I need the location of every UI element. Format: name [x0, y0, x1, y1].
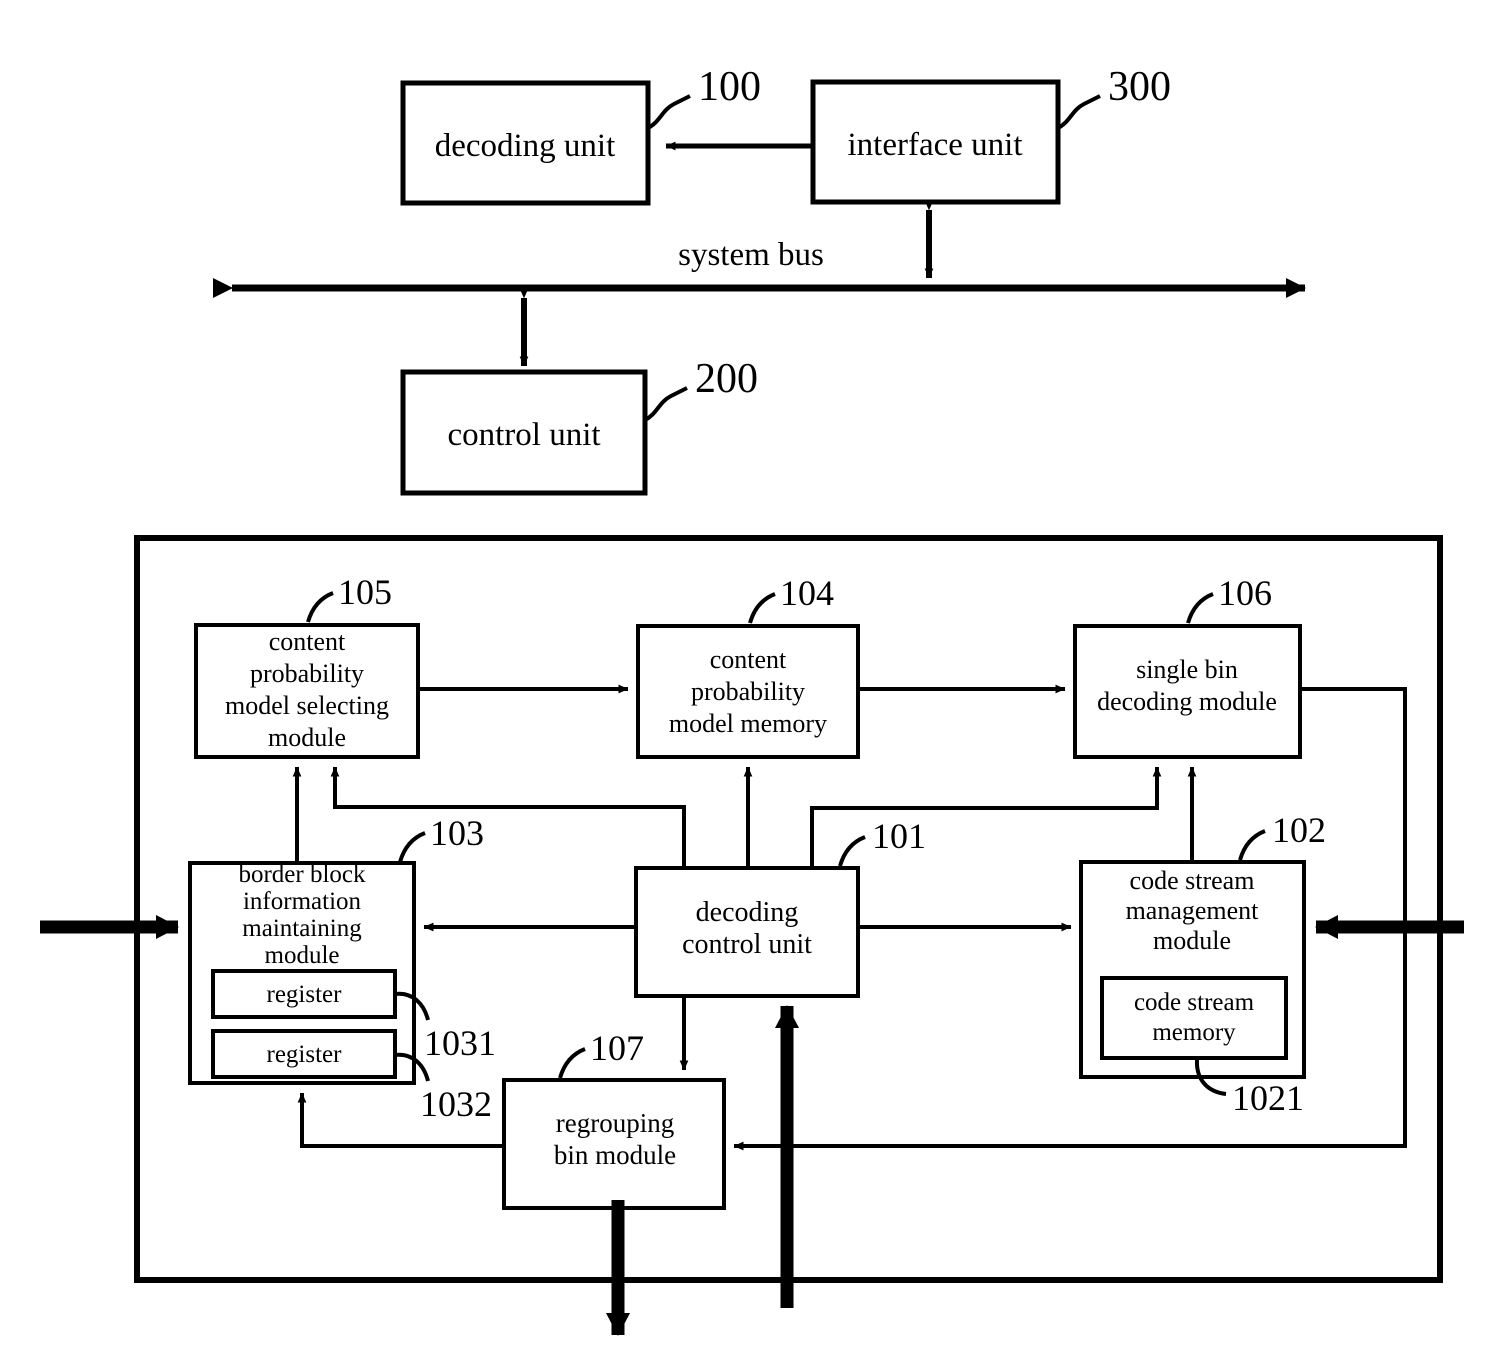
ref-number-1031: 1031: [424, 1023, 496, 1063]
box-label-103-line4: module: [265, 942, 340, 969]
box-label-102-line1: code stream: [1130, 866, 1255, 895]
box-label-104-line1: content: [710, 645, 787, 674]
box-label-103-line1: border block: [238, 861, 366, 888]
box-label-107-line2: bin module: [554, 1140, 676, 1170]
box-label-interface-unit: interface unit: [848, 127, 1023, 163]
ref-number-105: 105: [338, 572, 392, 612]
box-label-101-line1: decoding: [696, 897, 799, 928]
box-label-104-line3: model memory: [669, 709, 827, 738]
box-control-unit[interactable]: control unit: [400, 369, 648, 496]
box-label-106-line1: single bin: [1136, 655, 1238, 684]
ref-number-106: 106: [1218, 573, 1272, 613]
block-diagram: decoding unit 100 interface unit 300 sys…: [40, 64, 1464, 1336]
ref-leader-100: [646, 94, 691, 130]
register-1-label: register: [267, 981, 343, 1008]
box-content-probability-model-memory[interactable]: content probability model memory: [636, 624, 860, 759]
ref-number-300: 300: [1108, 64, 1171, 110]
ref-number-103: 103: [430, 813, 484, 853]
box-label-105-line1: content: [269, 627, 346, 656]
box-interface-unit[interactable]: interface unit: [810, 79, 1061, 205]
box-regrouping-bin-module[interactable]: regrouping bin module: [502, 1078, 726, 1210]
box-label-102-line2: management: [1126, 896, 1260, 925]
box-label-106-line2: decoding module: [1097, 687, 1277, 716]
register-2[interactable]: register: [211, 1029, 397, 1079]
ref-leader-200: [643, 386, 688, 422]
box-label-103-line3: maintaining: [242, 915, 362, 942]
register-2-label: register: [267, 1041, 343, 1068]
ref-number-1021: 1021: [1232, 1078, 1304, 1118]
ref-number-100: 100: [698, 64, 761, 110]
box-label-105-line4: module: [268, 723, 346, 752]
code-stream-memory[interactable]: code stream memory: [1100, 976, 1288, 1060]
box-label-105-line2: probability: [250, 659, 364, 688]
box-label-102-line3: module: [1153, 926, 1231, 955]
ref-number-104: 104: [780, 573, 834, 613]
box-label-decoding-unit: decoding unit: [435, 128, 616, 164]
box-label-101-line2: control unit: [682, 929, 812, 960]
box-single-bin-decoding-module[interactable]: single bin decoding module: [1073, 624, 1302, 759]
box-decoding-control-unit[interactable]: decoding control unit: [634, 866, 860, 998]
ref-number-1032: 1032: [420, 1084, 492, 1124]
box-label-103-line2: information: [243, 888, 362, 915]
code-stream-memory-line1: code stream: [1134, 989, 1255, 1016]
box-content-probability-model-selecting-module[interactable]: content probability model selecting modu…: [194, 623, 420, 759]
box-label-107-line1: regrouping: [556, 1108, 674, 1138]
figure-canvas: decoding unit 100 interface unit 300 sys…: [0, 0, 1504, 1371]
ref-number-101: 101: [872, 816, 926, 856]
ref-leader-300: [1056, 94, 1101, 130]
code-stream-memory-line2: memory: [1152, 1019, 1236, 1046]
box-label-control-unit: control unit: [447, 417, 600, 453]
ref-number-102: 102: [1272, 810, 1326, 850]
box-label-105-line3: model selecting: [225, 691, 389, 720]
box-decoding-unit[interactable]: decoding unit: [400, 80, 651, 206]
ref-number-200: 200: [695, 356, 758, 402]
system-bus-label: system bus: [678, 237, 824, 273]
box-label-104-line2: probability: [691, 677, 805, 706]
ref-number-107: 107: [590, 1028, 644, 1068]
register-1[interactable]: register: [211, 969, 397, 1019]
